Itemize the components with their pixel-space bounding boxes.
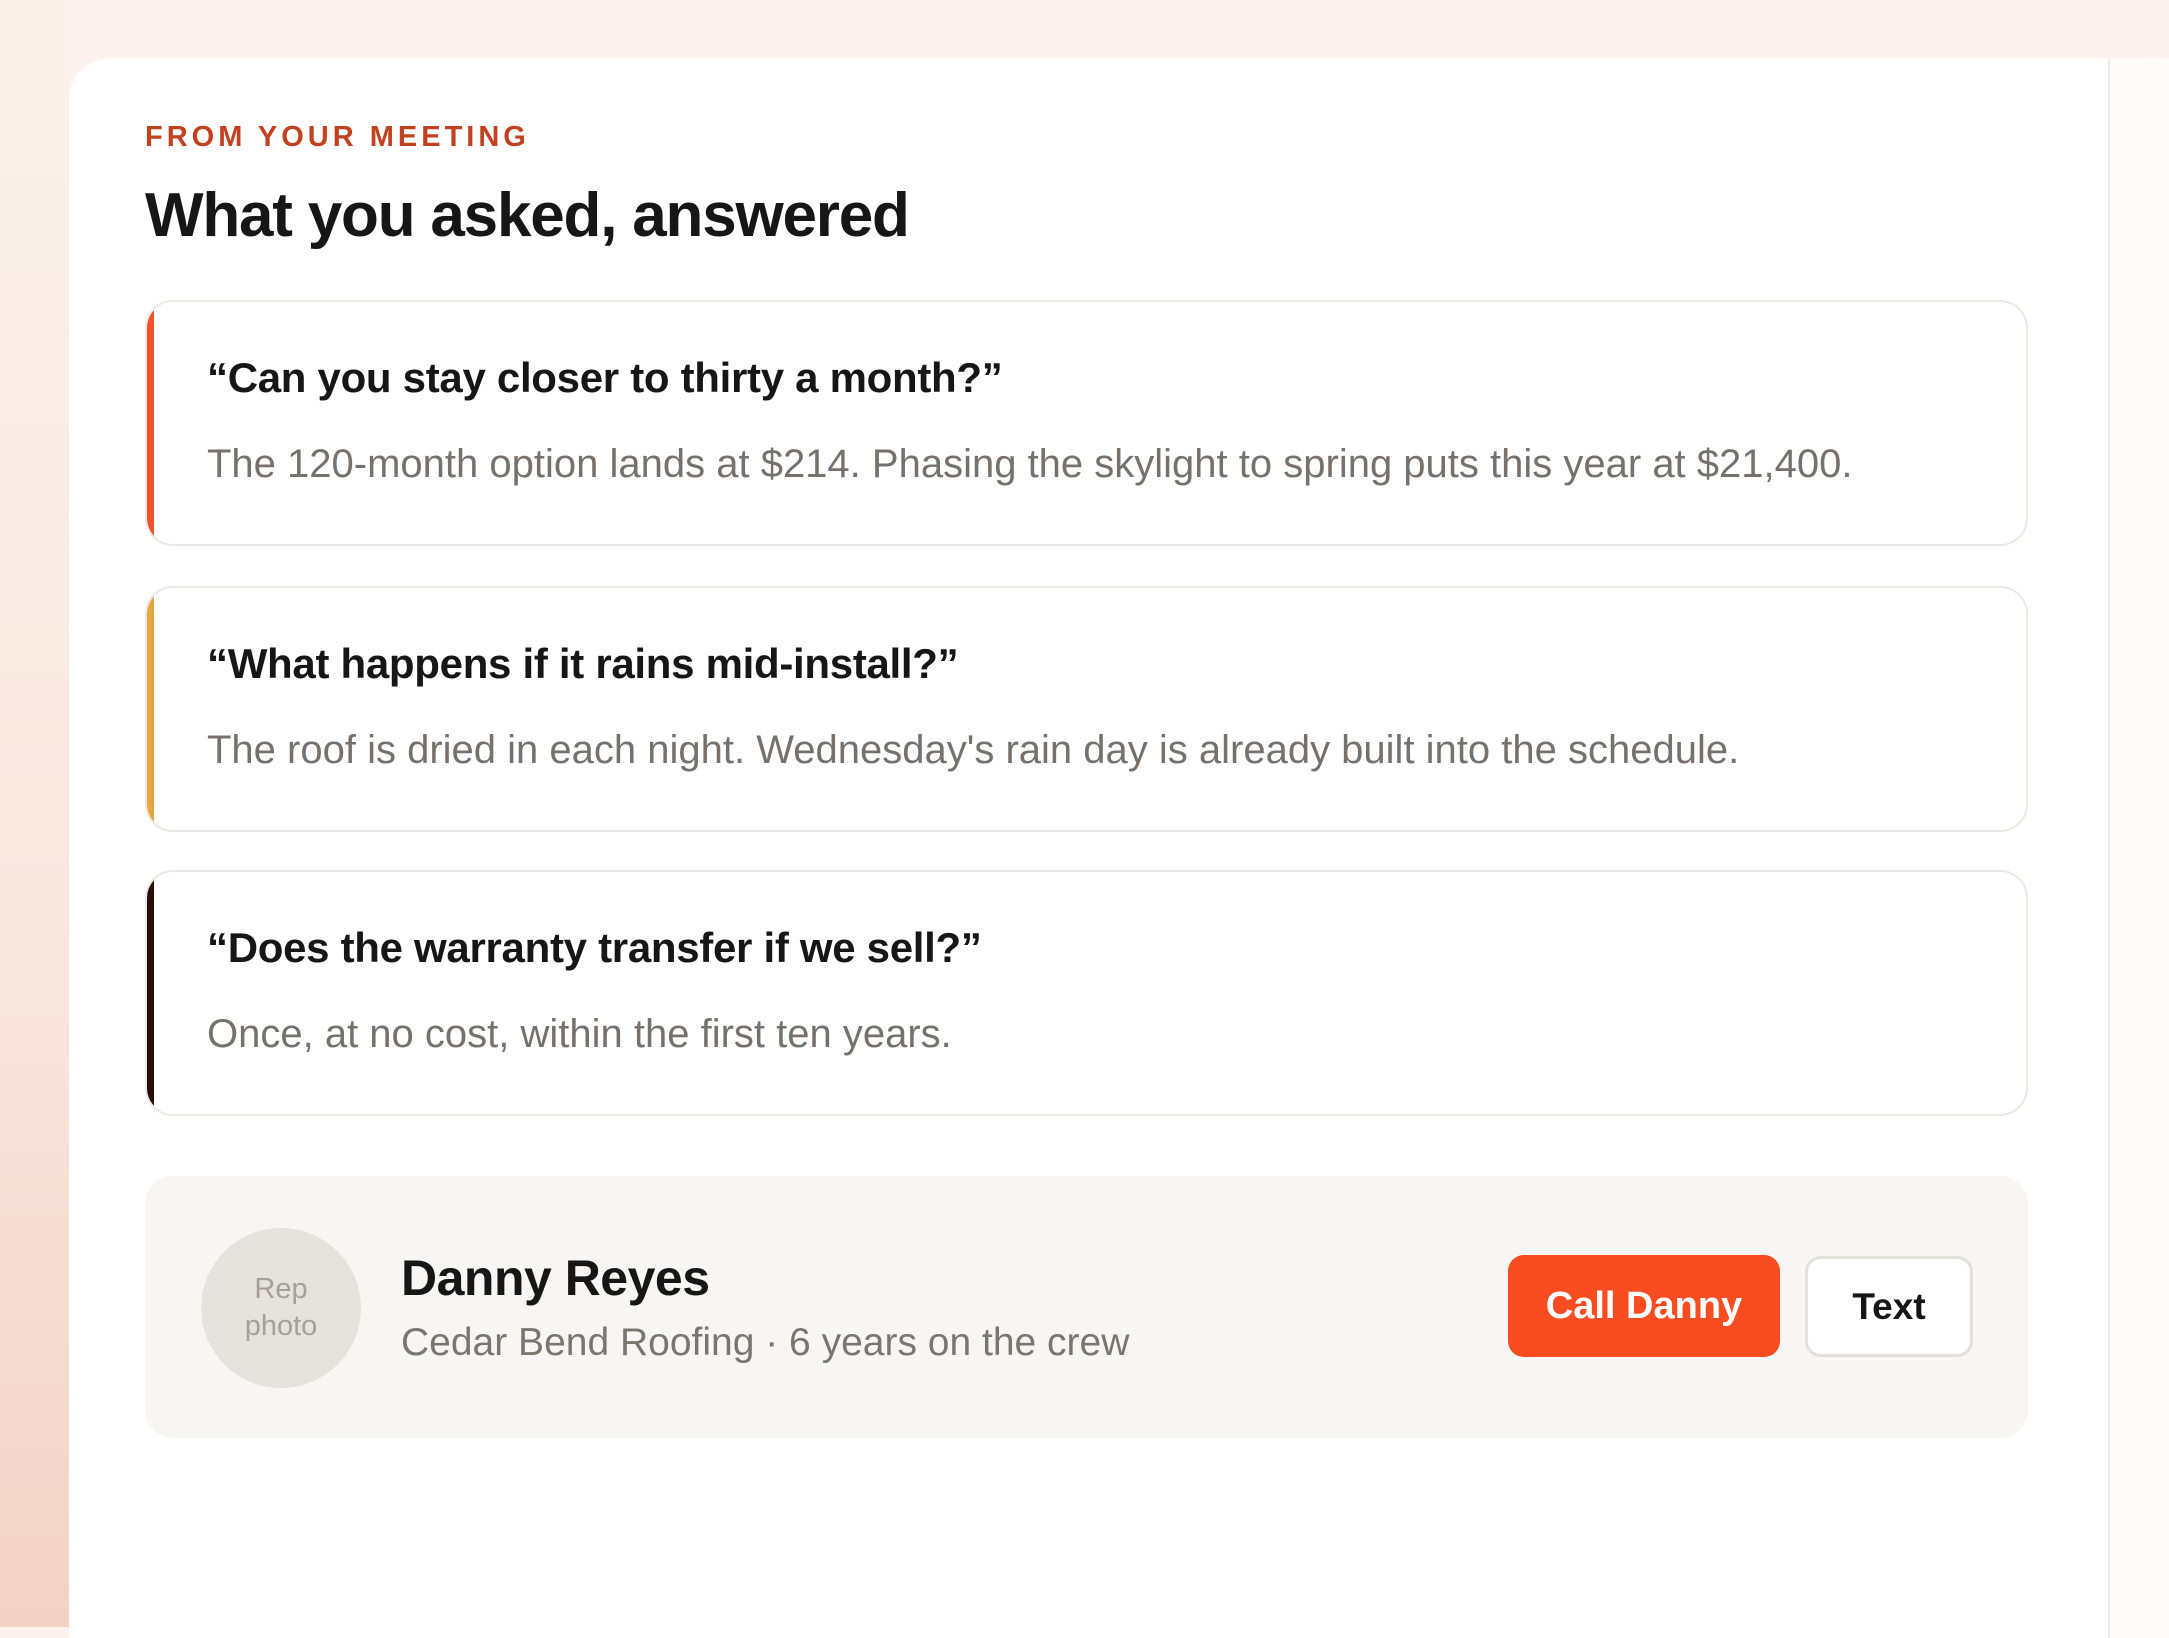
- rep-subtitle: Cedar Bend Roofing · 6 years on the crew: [401, 1321, 1130, 1364]
- avatar-placeholder-line: photo: [244, 1310, 318, 1342]
- rep-contact-card: Rep photo Danny Reyes Cedar Bend Roofing…: [145, 1176, 2028, 1438]
- avatar-placeholder-line: Rep: [254, 1273, 308, 1305]
- qa-question: “Can you stay closer to thirty a month?”: [207, 354, 1003, 401]
- qa-answer: Once, at no cost, within the first ten y…: [207, 1012, 952, 1056]
- call-button[interactable]: Call Danny: [1508, 1255, 1780, 1357]
- qa-answer: The 120-month option lands at $214. Phas…: [207, 442, 1853, 486]
- qa-card: “Does the warranty transfer if we sell?”…: [145, 870, 2028, 1116]
- qa-accent-bar: [147, 872, 154, 1114]
- avatar: Rep photo: [201, 1228, 361, 1388]
- section-eyebrow: FROM YOUR MEETING: [145, 121, 530, 153]
- qa-answer: The roof is dried in each night. Wednesd…: [207, 728, 1740, 772]
- qa-card: “Can you stay closer to thirty a month?”…: [145, 300, 2028, 546]
- text-button[interactable]: Text: [1805, 1256, 1973, 1357]
- qa-question: “Does the warranty transfer if we sell?”: [207, 924, 982, 971]
- page-background: [0, 0, 70, 1627]
- qa-question: “What happens if it rains mid-install?”: [207, 640, 959, 687]
- qa-accent-bar: [147, 588, 154, 830]
- qa-accent-bar: [147, 302, 154, 544]
- qa-card: “What happens if it rains mid-install?” …: [145, 586, 2028, 832]
- rep-name: Danny Reyes: [401, 1250, 710, 1306]
- page-title: What you asked, answered: [145, 181, 910, 250]
- side-panel-edge: [2108, 58, 2169, 1638]
